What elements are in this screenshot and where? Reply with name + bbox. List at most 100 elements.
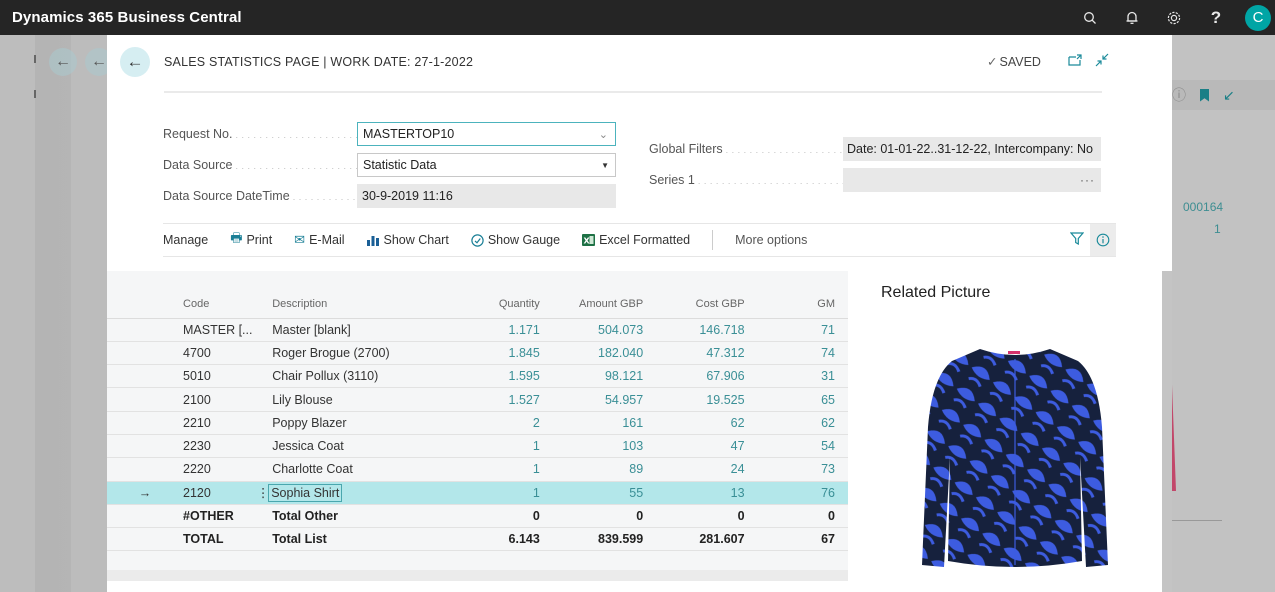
notifications-button[interactable] [1111,0,1153,35]
cell-quantity[interactable]: 0 [464,504,540,529]
table-row[interactable]: MASTER [... Master [blank] 1.171 504.073 146… [107,318,848,342]
cell-description[interactable]: Chair Pollux (3110) [272,364,465,389]
back-button[interactable]: ← [120,47,150,77]
column-header-quantity[interactable]: Quantity [464,291,540,319]
cell-gm[interactable]: 76 [744,481,848,505]
cell-description[interactable]: Lily Blouse [272,387,465,412]
background-back-button[interactable]: ← [49,48,77,76]
cell-cost[interactable]: 281.607 [643,527,745,552]
cell-amount[interactable]: 161 [539,411,644,435]
cell-amount[interactable]: 103 [539,434,644,459]
cell-amount[interactable]: 839.599 [539,527,644,552]
column-header-description[interactable]: Description [272,291,465,319]
user-avatar[interactable]: C [1245,4,1271,31]
cell-quantity[interactable]: 1 [464,434,540,459]
cell-description[interactable]: Roger Brogue (2700) [272,341,465,366]
cell-quantity[interactable]: 1.527 [464,387,540,412]
cell-description[interactable]: Total List [272,527,465,552]
excel-formatted-button[interactable]: X Excel Formatted [582,233,690,247]
cell-quantity[interactable]: 1 [464,481,540,505]
bookmark-icon[interactable] [1200,88,1209,102]
cell-quantity[interactable]: 1.171 [464,318,540,342]
cell-code[interactable]: 2220 [183,457,254,482]
cell-quantity[interactable]: 6.143 [464,527,540,552]
cell-gm[interactable]: 31 [744,364,848,389]
cell-code[interactable]: 2120 [183,481,254,505]
cell-code[interactable]: 5010 [183,364,254,389]
cell-amount[interactable]: 89 [539,457,644,482]
print-button[interactable]: 🖶 Print [230,229,272,251]
cell-cost[interactable]: 47.312 [643,341,745,366]
cell-amount[interactable]: 54.957 [539,387,644,412]
column-header-amount[interactable]: Amount GBP [539,291,644,319]
request-no-input[interactable]: MASTERTOP10 ⌄ [357,122,616,146]
more-ellipsis-icon[interactable]: ··· [1080,142,1095,156]
dialog-scrollbar[interactable] [1162,271,1172,592]
table-row[interactable]: 4700 Roger Brogue (2700) 1.845 182.040 47.31… [107,341,848,366]
table-row[interactable]: TOTAL Total List 6.143 839.599 281.607 67 [107,527,848,552]
cell-description[interactable]: Jessica Coat [272,434,465,459]
email-button[interactable]: ✉ E-Mail [294,232,344,248]
chevron-down-icon[interactable]: ⌄ [599,128,608,141]
cell-gm[interactable]: 74 [744,341,848,366]
cell-gm[interactable]: 54 [744,434,848,459]
cell-code[interactable]: 4700 [183,341,254,366]
column-header-code[interactable]: Code [183,291,254,319]
show-gauge-button[interactable]: Show Gauge [471,233,560,247]
cell-description[interactable]: Total Other [272,504,465,529]
description-edit-field[interactable]: Sophia Shirt [268,483,343,502]
cell-code[interactable]: TOTAL [183,527,254,552]
cell-cost[interactable]: 62 [643,411,745,435]
search-button[interactable] [1069,0,1111,35]
cell-amount[interactable]: 0 [539,504,644,529]
cell-cost[interactable]: 0 [643,504,745,529]
table-row[interactable]: 2210 Poppy Blazer 2 161 62 62 [107,411,848,435]
cell-code[interactable]: 2210 [183,411,254,435]
info-icon[interactable]: ⓘ [1172,85,1186,105]
global-filters-input[interactable]: Date: 01-01-22..31-12-22, Intercompany: … [843,137,1101,161]
cell-code[interactable]: 2100 [183,387,254,412]
cell-description[interactable]: Sophia Shirt [268,481,465,505]
filter-button[interactable] [1069,232,1085,248]
cell-amount[interactable]: 98.121 [539,364,644,389]
data-source-select[interactable]: Statistic Data ▼ [357,153,616,177]
cell-quantity[interactable]: 2 [464,411,540,435]
table-row[interactable]: 2100 Lily Blouse 1.527 54.957 19.525 65 [107,387,848,412]
column-header-gm[interactable]: GM [744,291,848,319]
cell-code[interactable]: 2230 [183,434,254,459]
cell-cost[interactable]: 19.525 [643,387,745,412]
cell-gm[interactable]: 71 [744,318,848,342]
cell-cost[interactable]: 146.718 [643,318,745,342]
table-row[interactable]: 2220 Charlotte Coat 1 89 24 73 [107,457,848,482]
cell-quantity[interactable]: 1.595 [464,364,540,389]
cell-quantity[interactable]: 1 [464,457,540,482]
series-1-input[interactable]: ··· [843,168,1101,192]
table-row[interactable]: 2230 Jessica Coat 1 103 47 54 [107,434,848,459]
collapse-icon[interactable]: ↙ [1223,87,1235,104]
cell-cost[interactable]: 67.906 [643,364,745,389]
cell-gm[interactable]: 0 [744,504,848,529]
table-row[interactable]: 5010 Chair Pollux (3110) 1.595 98.121 67.906… [107,364,848,389]
table-row[interactable]: → 2120 ⋮ Sophia Shirt 1 55 13 76 [107,481,848,505]
cell-amount[interactable]: 182.040 [539,341,644,366]
cell-gm[interactable]: 65 [744,387,848,412]
cell-cost[interactable]: 24 [643,457,745,482]
cell-code[interactable]: #OTHER [183,504,254,529]
cell-quantity[interactable]: 1.845 [464,341,540,366]
more-options-button[interactable]: More options [735,233,807,247]
cell-gm[interactable]: 62 [744,411,848,435]
cell-amount[interactable]: 55 [539,481,644,505]
cell-cost[interactable]: 47 [643,434,745,459]
cell-amount[interactable]: 504.073 [539,318,644,342]
collapse-button[interactable] [1095,53,1109,70]
cell-cost[interactable]: 13 [643,481,745,505]
manage-menu[interactable]: Manage [163,233,208,247]
cell-description[interactable]: Master [blank] [272,318,465,342]
open-new-window-button[interactable] [1068,53,1082,69]
help-button[interactable]: ? [1195,0,1237,35]
column-header-cost[interactable]: Cost GBP [643,291,745,319]
cell-description[interactable]: Poppy Blazer [272,411,465,435]
show-chart-button[interactable]: Show Chart [366,233,449,247]
settings-button[interactable] [1153,0,1195,35]
cell-gm[interactable]: 67 [744,527,848,552]
